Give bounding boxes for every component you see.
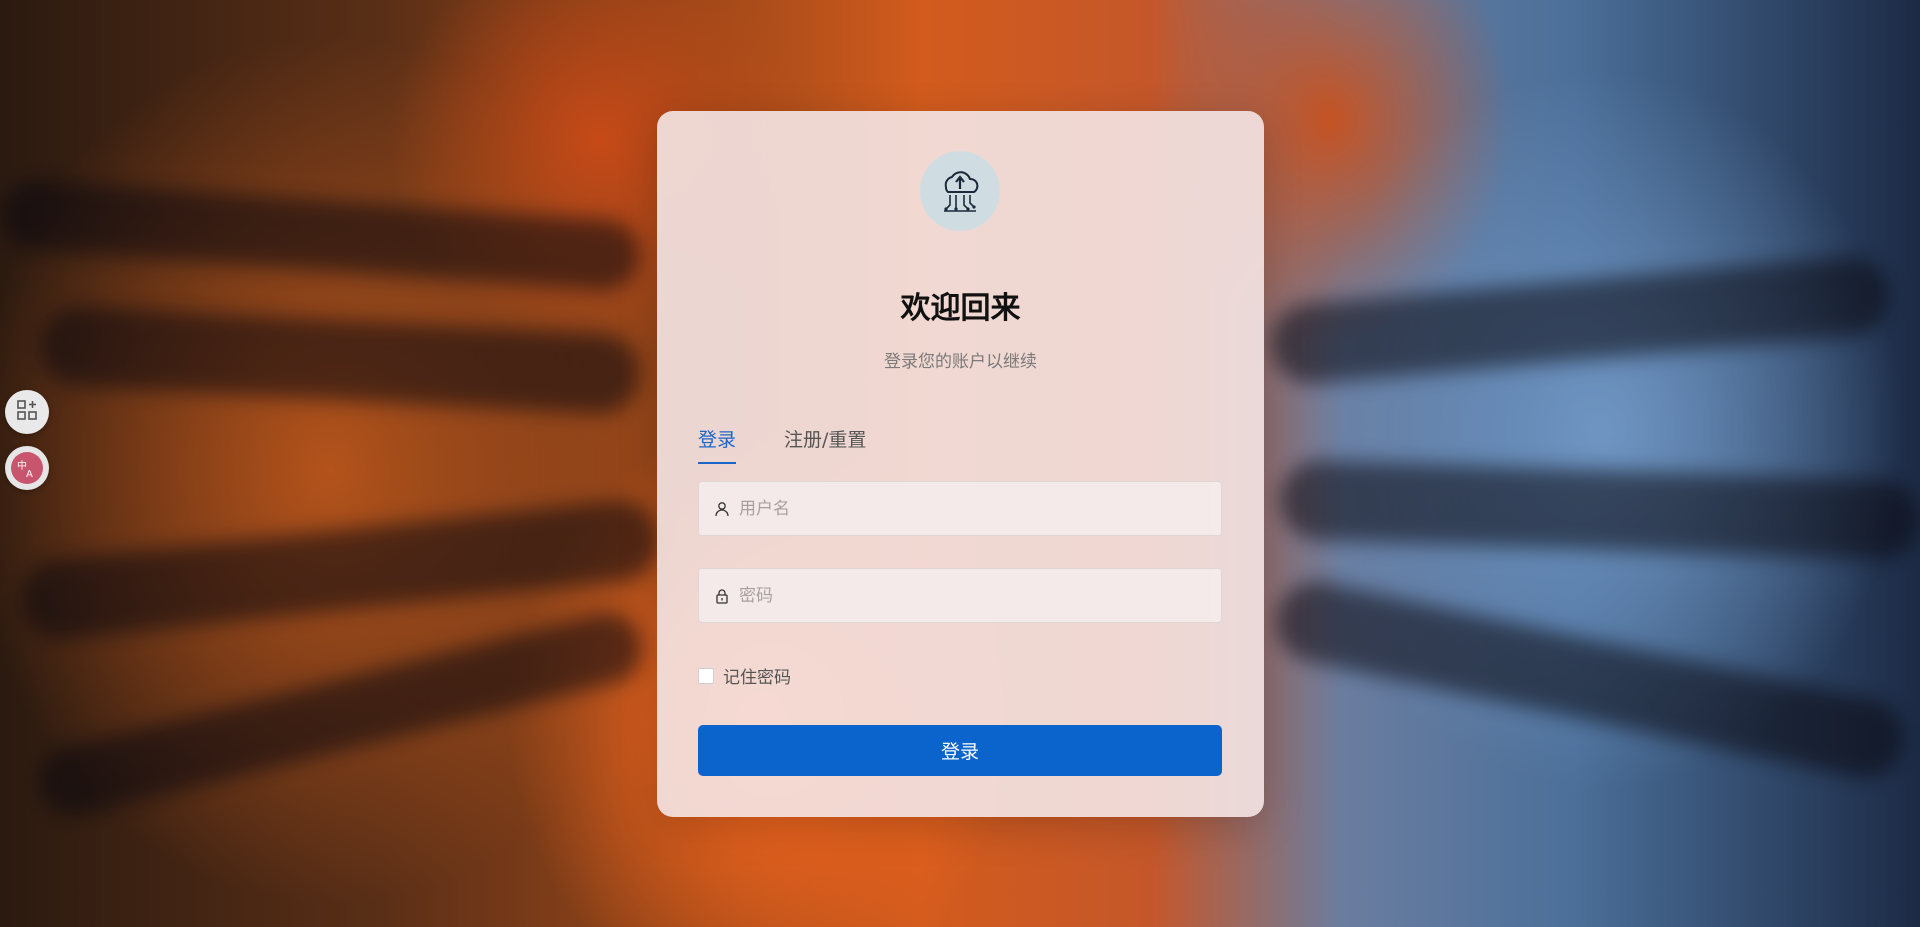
apps-add-button[interactable] [5, 390, 49, 434]
remember-password-row: 记住密码 [698, 663, 791, 688]
cloud-circuit-logo [920, 151, 1000, 231]
page-title: 欢迎回来 [900, 291, 1021, 326]
translate-icon: 中 A [11, 452, 43, 484]
remember-password-label[interactable]: 记住密码 [723, 663, 791, 688]
apps-add-icon [16, 399, 38, 425]
tab-register-reset[interactable]: 注册/重置 [784, 425, 866, 464]
password-input[interactable] [739, 585, 1221, 606]
login-card: 欢迎回来 登录您的账户以继续 登录 注册/重置 记住密码 登录 [657, 111, 1264, 817]
page-subtitle: 登录您的账户以继续 [884, 352, 1037, 372]
lock-icon [713, 587, 731, 605]
auth-tabs: 登录 注册/重置 [698, 425, 866, 464]
translate-button[interactable]: 中 A [5, 446, 49, 490]
svg-text:A: A [26, 469, 33, 479]
username-field[interactable] [698, 481, 1222, 536]
username-input[interactable] [739, 498, 1221, 519]
remember-password-checkbox[interactable] [698, 667, 714, 684]
password-field[interactable] [698, 568, 1222, 623]
login-button[interactable]: 登录 [698, 725, 1222, 776]
user-icon [713, 500, 731, 518]
tab-login[interactable]: 登录 [698, 425, 737, 464]
